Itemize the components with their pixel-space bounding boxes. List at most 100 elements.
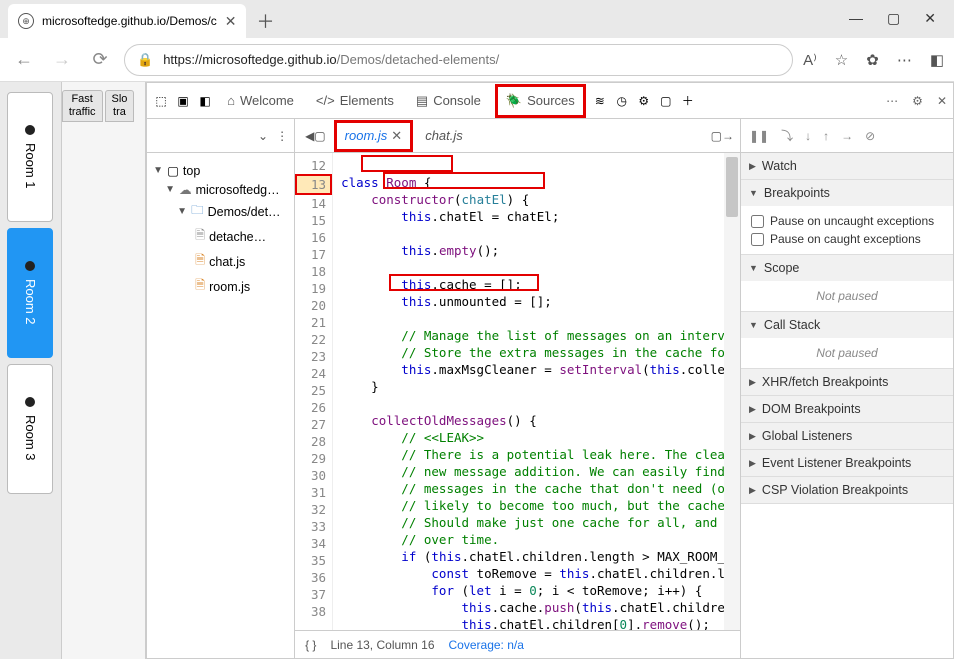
step-out-icon[interactable]: ↑: [823, 129, 829, 143]
memory-icon[interactable]: ⚙: [636, 94, 652, 108]
nav-dropdown-icon[interactable]: ⌄: [258, 129, 268, 143]
editor-tab-room[interactable]: room.js✕: [334, 120, 414, 152]
slow-traffic-tab[interactable]: Slotra: [105, 90, 135, 122]
global-listeners-section[interactable]: ▶Global Listeners: [741, 423, 953, 449]
close-tab-icon[interactable]: ✕: [225, 13, 237, 30]
deactivate-bp-icon[interactable]: ⊘: [865, 129, 875, 143]
back-button[interactable]: ←: [10, 46, 38, 74]
tree-host[interactable]: ▼☁ microsoftedg…: [151, 180, 290, 199]
performance-icon[interactable]: ◷: [614, 94, 630, 108]
tab-title: microsoftedge.github.io/Demos/c: [42, 14, 217, 28]
file-icon: 🗎: [195, 226, 205, 247]
device-toggle-icon[interactable]: ▣: [175, 94, 191, 108]
csp-violation-bp-section[interactable]: ▶CSP Violation Breakpoints: [741, 477, 953, 503]
vertical-scrollbar[interactable]: [724, 153, 740, 630]
welcome-tab[interactable]: ⌂Welcome: [219, 84, 302, 118]
devtools-settings-icon[interactable]: ⚙: [912, 94, 923, 108]
step-icon[interactable]: →: [841, 129, 853, 143]
devtools-panel: ⬚ ▣ ◧ ⌂Welcome </>Elements ▤Console 🪲Sou…: [146, 82, 954, 659]
more-menu-icon[interactable]: ⋯: [897, 51, 912, 69]
add-panel-icon[interactable]: ＋: [680, 92, 696, 109]
address-bar[interactable]: 🔒 https://microsoftedge.github.io/Demos/…: [124, 44, 793, 76]
forward-button: →: [48, 46, 76, 74]
close-window-button[interactable]: ✕: [924, 10, 936, 27]
navigator-pane: ⌄ ⋮ ▼▢ top ▼☁ microsoftedg… ▼🗀 Demos/det…: [147, 119, 295, 658]
callstack-not-paused: Not paused: [741, 338, 953, 368]
room-label: Room 3: [23, 415, 38, 461]
nav-more-icon[interactable]: ⋮: [276, 129, 288, 143]
page-background: Fasttraffic Slotra: [62, 82, 146, 659]
folder-icon: 🗀: [191, 201, 204, 222]
step-over-icon[interactable]: ⤵: [781, 127, 793, 144]
status-dot-icon: [25, 125, 35, 135]
editor-pane: ◀▢ room.js✕ chat.js ▢→ 12 13 14 15 16 17…: [295, 119, 741, 658]
devtools-close-icon[interactable]: ✕: [937, 94, 947, 108]
network-icon[interactable]: ≋: [592, 94, 608, 108]
xhr-breakpoints-section[interactable]: ▶XHR/fetch Breakpoints: [741, 369, 953, 395]
step-into-icon[interactable]: ↓: [805, 129, 811, 143]
coverage-link[interactable]: Coverage: n/a: [449, 638, 524, 652]
watch-section[interactable]: ▶Watch: [741, 153, 953, 179]
inspect-icon[interactable]: ⬚: [153, 94, 169, 108]
debugger-pane: ❚❚ ⤵ ↓ ↑ → ⊘ ▶Watch ▼Breakpoints Pause o…: [741, 119, 953, 658]
room-2-button[interactable]: Room 2: [7, 228, 53, 358]
sources-tab[interactable]: 🪲Sources: [495, 84, 586, 118]
dom-breakpoints-section[interactable]: ▶DOM Breakpoints: [741, 396, 953, 422]
new-tab-button[interactable]: ＋: [250, 6, 280, 36]
pause-uncaught-checkbox[interactable]: Pause on uncaught exceptions: [751, 212, 943, 230]
favorite-icon[interactable]: ☆: [835, 51, 848, 69]
tree-file-html[interactable]: 🗎 detache…: [151, 224, 290, 249]
dock-icon[interactable]: ◧: [197, 94, 213, 108]
devtools-more-icon[interactable]: ⋯: [886, 94, 898, 108]
room-label: Room 2: [23, 279, 38, 325]
tree-folder[interactable]: ▼🗀 Demos/det…: [151, 199, 290, 224]
url-toolbar: ← → ⟳ 🔒 https://microsoftedge.github.io/…: [0, 38, 954, 82]
console-tab[interactable]: ▤Console: [408, 84, 489, 118]
cursor-position: Line 13, Column 16: [330, 638, 434, 652]
pause-caught-checkbox[interactable]: Pause on caught exceptions: [751, 230, 943, 248]
devtools-tabbar: ⬚ ▣ ◧ ⌂Welcome </>Elements ▤Console 🪲Sou…: [147, 83, 953, 119]
pause-icon[interactable]: ❚❚: [749, 129, 769, 143]
debugger-toolbar: ❚❚ ⤵ ↓ ↑ → ⊘: [741, 119, 953, 153]
highlight-box: [361, 155, 453, 172]
room-1-button[interactable]: Room 1: [7, 92, 53, 222]
room-3-button[interactable]: Room 3: [7, 364, 53, 494]
app-icon[interactable]: ▢: [658, 94, 674, 108]
editor-tab-chat[interactable]: chat.js: [417, 120, 471, 152]
refresh-button[interactable]: ⟳: [86, 46, 114, 74]
room-label: Room 1: [23, 143, 38, 189]
lock-icon: 🔒: [137, 52, 153, 68]
read-aloud-icon[interactable]: A⁾: [803, 51, 817, 69]
scope-section[interactable]: ▼Scope: [741, 255, 953, 281]
fast-traffic-tab[interactable]: Fasttraffic: [62, 90, 103, 122]
elements-tab[interactable]: </>Elements: [308, 84, 402, 118]
status-dot-icon: [25, 397, 35, 407]
window-titlebar: ⊕ microsoftedge.github.io/Demos/c ✕ ＋ — …: [0, 0, 954, 38]
event-listener-bp-section[interactable]: ▶Event Listener Breakpoints: [741, 450, 953, 476]
code-editor[interactable]: class Room { constructor(chatEl) { this.…: [333, 153, 740, 630]
tree-top[interactable]: ▼▢ top: [151, 161, 290, 180]
url-host: https://microsoftedge.github.io: [163, 52, 336, 67]
extensions-icon[interactable]: ✿: [866, 51, 879, 69]
url-path: /Demos/detached-elements/: [337, 52, 500, 67]
breakpoints-section[interactable]: ▼Breakpoints: [741, 180, 953, 206]
scope-not-paused: Not paused: [741, 281, 953, 311]
bug-icon: 🪲: [506, 93, 522, 109]
tree-file-chat[interactable]: 🗎 chat.js: [151, 249, 290, 274]
editor-back-icon[interactable]: ◀▢: [301, 129, 330, 143]
minimize-button[interactable]: —: [849, 10, 863, 27]
frame-icon: ▢: [167, 163, 179, 178]
tree-file-room[interactable]: 🗎 room.js: [151, 274, 290, 299]
file-icon: 🗎: [195, 251, 205, 272]
cloud-icon: ☁: [179, 182, 192, 197]
editor-popout-icon[interactable]: ▢→: [711, 129, 734, 143]
close-icon[interactable]: ✕: [391, 128, 402, 144]
maximize-button[interactable]: ▢: [887, 10, 900, 27]
callstack-section[interactable]: ▼Call Stack: [741, 312, 953, 338]
scrollbar-thumb[interactable]: [726, 157, 738, 217]
room-selector: Room 1 Room 2 Room 3: [0, 82, 62, 659]
browser-tab[interactable]: ⊕ microsoftedge.github.io/Demos/c ✕: [8, 4, 246, 38]
line-gutter: 12 13 14 15 16 17 18 19 20 21 22 23 24 2…: [295, 153, 333, 630]
braces-icon[interactable]: { }: [305, 638, 316, 652]
sidebar-toggle-icon[interactable]: ◧: [930, 51, 944, 69]
